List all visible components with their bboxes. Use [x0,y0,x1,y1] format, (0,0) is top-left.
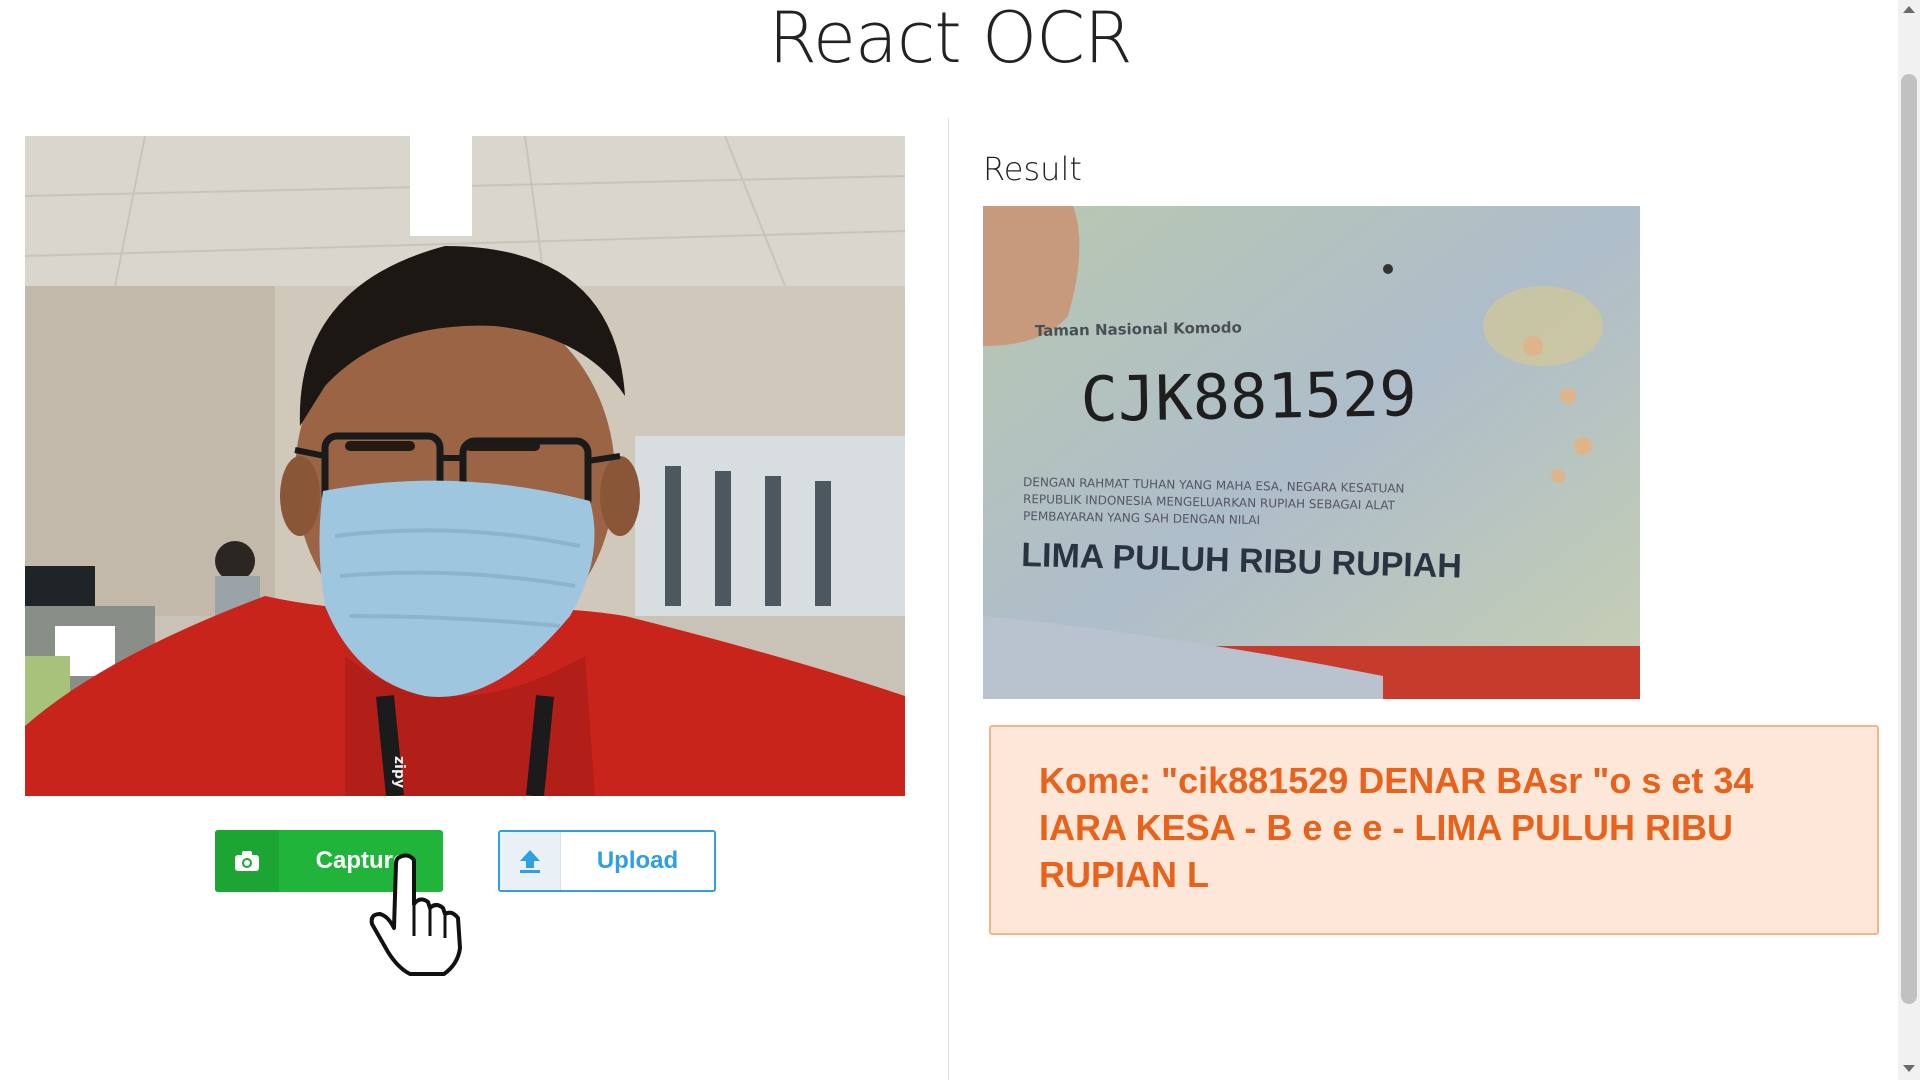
page: React OCR zipy Capture Upload Result Tam… [0,0,1920,1080]
banknote-header: Taman Nasional Komodo [1035,318,1242,340]
banknote-photo: Taman Nasional Komodo CJK881529 DENGAN R… [983,206,1640,699]
upload-button-label: Upload [596,847,679,874]
upload-icon [500,832,561,890]
webcam-scene: zipy [25,136,905,796]
column-divider [948,118,949,1080]
result-heading: Result [983,150,1082,188]
upload-button[interactable]: Upload [498,830,716,892]
webcam-feed: zipy [25,136,905,796]
page-title: React OCR [768,0,1132,79]
ocr-result-text: Kome: "cik881529 DENAR BAsr "o s et 34 I… [989,725,1879,935]
vertical-scrollbar[interactable] [1898,0,1920,1080]
hand-pointer-cursor [369,853,462,976]
camera-icon [215,830,279,892]
scroll-up-arrow-icon[interactable] [1903,6,1915,13]
scroll-down-arrow-icon[interactable] [1903,1065,1915,1072]
banknote-serial: CJK881529 [1080,357,1417,436]
lanyard-text: zipy [391,756,407,788]
scrollbar-thumb[interactable] [1901,74,1917,1004]
captured-image: Taman Nasional Komodo CJK881529 DENGAN R… [983,206,1640,699]
